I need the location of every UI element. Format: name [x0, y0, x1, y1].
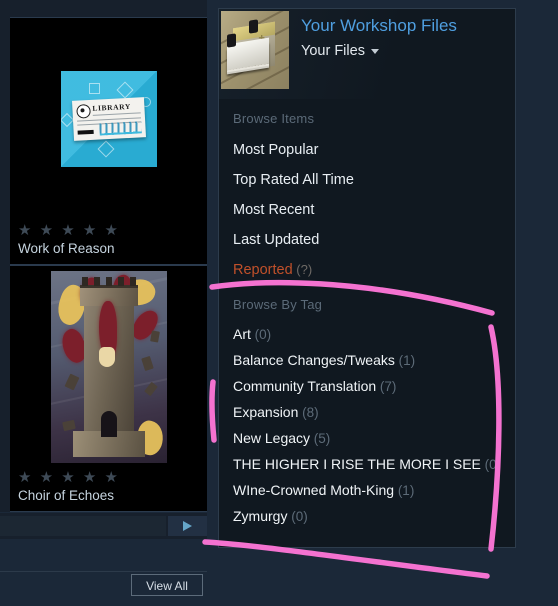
- rating-stars: ★ ★ ★ ★ ★: [18, 469, 120, 486]
- play-triangle-right-icon[interactable]: [168, 516, 207, 536]
- browse-item-top-rated-all-time[interactable]: Top Rated All Time: [219, 165, 515, 195]
- tag-item[interactable]: Art (0): [219, 321, 515, 347]
- your-files-dropdown[interactable]: Your Files: [301, 42, 457, 60]
- tag-count: (0): [480, 456, 502, 472]
- tag-label: Zymurgy: [233, 507, 288, 524]
- browse-item-most-recent[interactable]: Most Recent: [219, 195, 515, 225]
- workshop-item-card[interactable]: ★ ★ ★ ★ ★ Choir of Echoes: [10, 265, 207, 512]
- library-card-art: LIBRARY: [60, 71, 157, 167]
- view-all-button[interactable]: View All: [131, 574, 203, 596]
- tag-item[interactable]: THE HIGHER I RISE THE MORE I SEE (0): [219, 451, 515, 477]
- card-thumbnail: LIBRARY: [10, 18, 207, 220]
- workshop-item-card[interactable]: LIBRARY ★ ★ ★ ★ ★ Work of Reason: [10, 17, 207, 265]
- tag-item[interactable]: New Legacy (5): [219, 425, 515, 451]
- browse-item-most-popular[interactable]: Most Popular: [219, 135, 515, 165]
- tag-count: (5): [310, 430, 331, 446]
- browse-item-label: Last Updated: [233, 232, 320, 248]
- browse-item-label: Most Popular: [233, 142, 319, 158]
- tag-count: (1): [394, 352, 416, 368]
- horizontal-scroller[interactable]: [0, 513, 207, 539]
- tag-item[interactable]: Zymurgy (0): [219, 503, 515, 529]
- card-thumbnail: [10, 266, 207, 467]
- card-title: Choir of Echoes: [18, 488, 115, 503]
- browse-item-label: Most Recent: [233, 202, 315, 218]
- tag-item[interactable]: WIne-Crowned Moth-King (1): [219, 477, 515, 503]
- card-title: Work of Reason: [18, 241, 115, 256]
- browse-by-tag-heading: Browse By Tag: [233, 297, 323, 312]
- browse-item-count: (?): [292, 262, 313, 277]
- tag-count: (7): [376, 378, 397, 394]
- browse-item-reported[interactable]: Reported (?): [219, 255, 515, 285]
- rating-stars: ★ ★ ★ ★ ★: [18, 222, 120, 239]
- tag-label: Balance Changes/Tweaks: [233, 351, 395, 368]
- tag-label: New Legacy: [233, 429, 311, 446]
- tower-illustration-art: [50, 270, 167, 463]
- tag-label: WIne-Crowned Moth-King: [233, 481, 395, 498]
- browse-items-list: Most Popular Top Rated All Time Most Recen…: [219, 135, 515, 285]
- chevron-down-icon: [370, 48, 379, 54]
- tag-item[interactable]: Balance Changes/Tweaks (1): [219, 347, 515, 373]
- card-meta: ★ ★ ★ ★ ★ Work of Reason: [10, 220, 207, 264]
- card-meta: ★ ★ ★ ★ ★ Choir of Echoes: [10, 467, 207, 511]
- your-files-label: Your Files: [301, 43, 365, 59]
- tag-count: (8): [298, 404, 319, 420]
- annotation-stroke-left: [209, 379, 217, 443]
- tag-label: Expansion: [233, 403, 299, 420]
- workshop-files-panel[interactable]: ✝ Your Workshop Files Your Files Browse …: [218, 8, 516, 548]
- tag-label: Art: [233, 325, 251, 342]
- workshop-items-column[interactable]: LIBRARY ★ ★ ★ ★ ★ Work of Reason ★ ★ ★ ★…: [0, 0, 207, 512]
- browse-item-label: Reported: [233, 262, 293, 278]
- tag-count: (0): [250, 326, 272, 342]
- tag-item[interactable]: Expansion (8): [219, 399, 515, 425]
- tag-count: (1): [394, 482, 415, 498]
- book-ledger-icon: ✝: [221, 11, 289, 89]
- browse-item-last-updated[interactable]: Last Updated: [219, 225, 515, 255]
- browse-by-tag-list: Art (0) Balance Changes/Tweaks (1) Communi…: [219, 321, 515, 529]
- tag-item[interactable]: Community Translation (7): [219, 373, 515, 399]
- browse-item-label: Top Rated All Time: [233, 172, 354, 188]
- panel-header: ✝ Your Workshop Files Your Files: [219, 9, 515, 99]
- browse-items-heading: Browse Items: [233, 111, 315, 126]
- divider: [0, 571, 207, 572]
- scroll-track[interactable]: [0, 516, 166, 536]
- tag-count: (0): [287, 508, 308, 524]
- tag-label: Community Translation: [233, 377, 377, 394]
- tag-label: THE HIGHER I RISE THE MORE I SEE: [233, 455, 481, 472]
- page-title: Your Workshop Files: [301, 16, 457, 35]
